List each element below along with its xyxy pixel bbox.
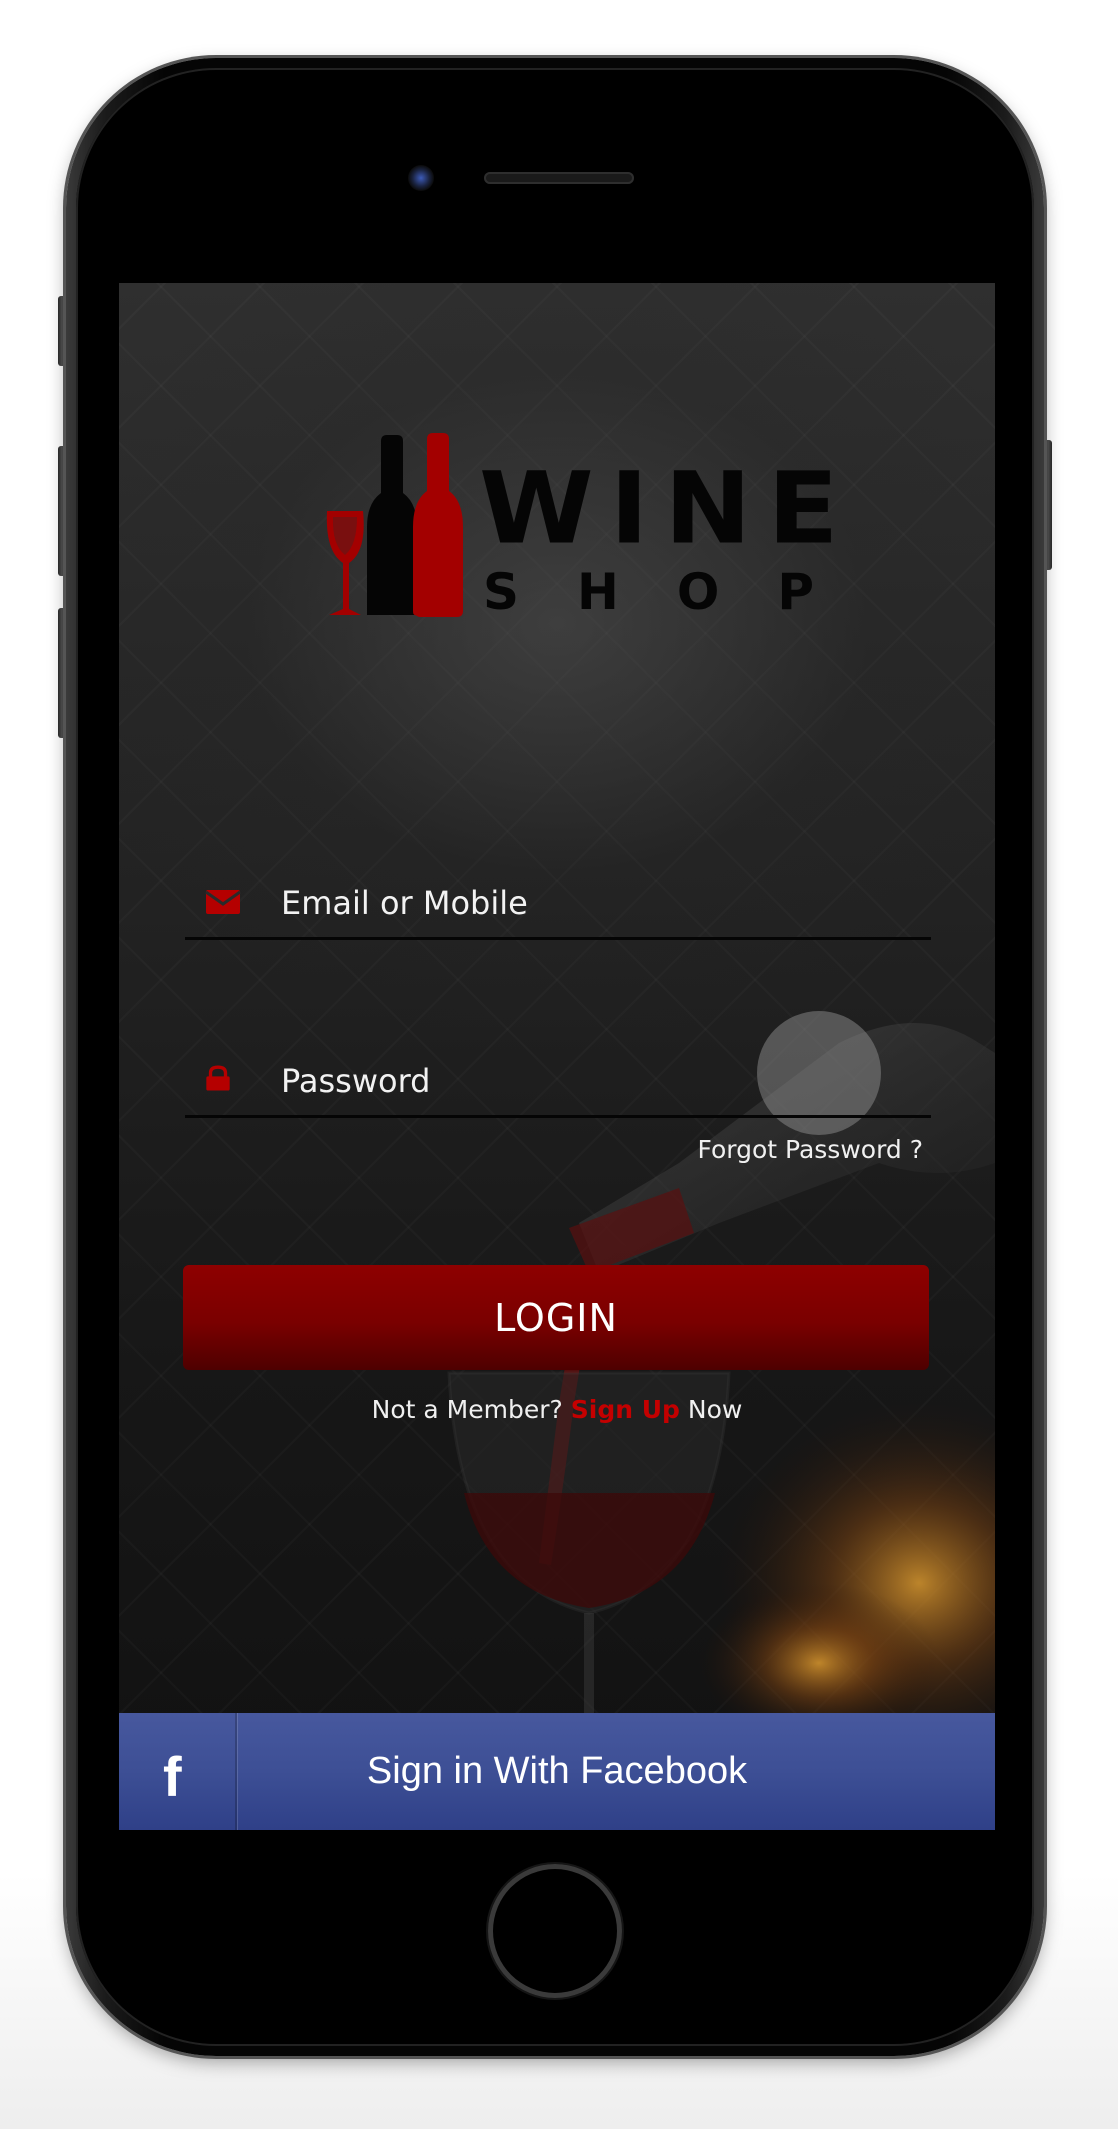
envelope-icon	[205, 890, 241, 914]
facebook-icon-box: f	[119, 1713, 237, 1830]
front-camera	[408, 165, 434, 191]
home-button[interactable]	[488, 1864, 622, 1998]
login-button[interactable]: LOGIN	[183, 1265, 929, 1370]
signup-link[interactable]: Sign Up	[571, 1395, 680, 1424]
device-mockup: WINE SHOP Forgot Password ? LOGIN Not a …	[0, 0, 1118, 2129]
silent-switch	[58, 296, 66, 366]
forgot-password-link[interactable]: Forgot Password ?	[697, 1135, 923, 1164]
volume-up-button	[58, 446, 66, 576]
earpiece-speaker	[484, 172, 634, 184]
email-field	[185, 867, 931, 940]
email-input[interactable]	[279, 875, 923, 931]
logo-subtitle: SHOP	[483, 563, 873, 621]
lock-icon	[206, 1065, 230, 1091]
facebook-icon: f	[163, 1745, 182, 1808]
password-input[interactable]	[279, 1053, 923, 1109]
power-button	[1044, 440, 1052, 570]
volume-down-button	[58, 608, 66, 738]
facebook-signin-label: Sign in With Facebook	[366, 1750, 748, 1792]
login-screen: WINE SHOP Forgot Password ? LOGIN Not a …	[119, 283, 995, 1830]
signup-prompt: Not a Member? Sign Up Now	[119, 1395, 995, 1424]
signup-prompt-prefix: Not a Member?	[371, 1395, 563, 1424]
wine-shop-logo: WINE SHOP	[319, 431, 839, 631]
facebook-signin-button[interactable]: f Sign in With Facebook	[119, 1713, 995, 1830]
logo-title: WINE	[479, 450, 855, 567]
wine-bottles-glass-icon	[326, 433, 463, 617]
password-field	[185, 1045, 931, 1118]
signup-prompt-suffix: Now	[687, 1395, 743, 1424]
